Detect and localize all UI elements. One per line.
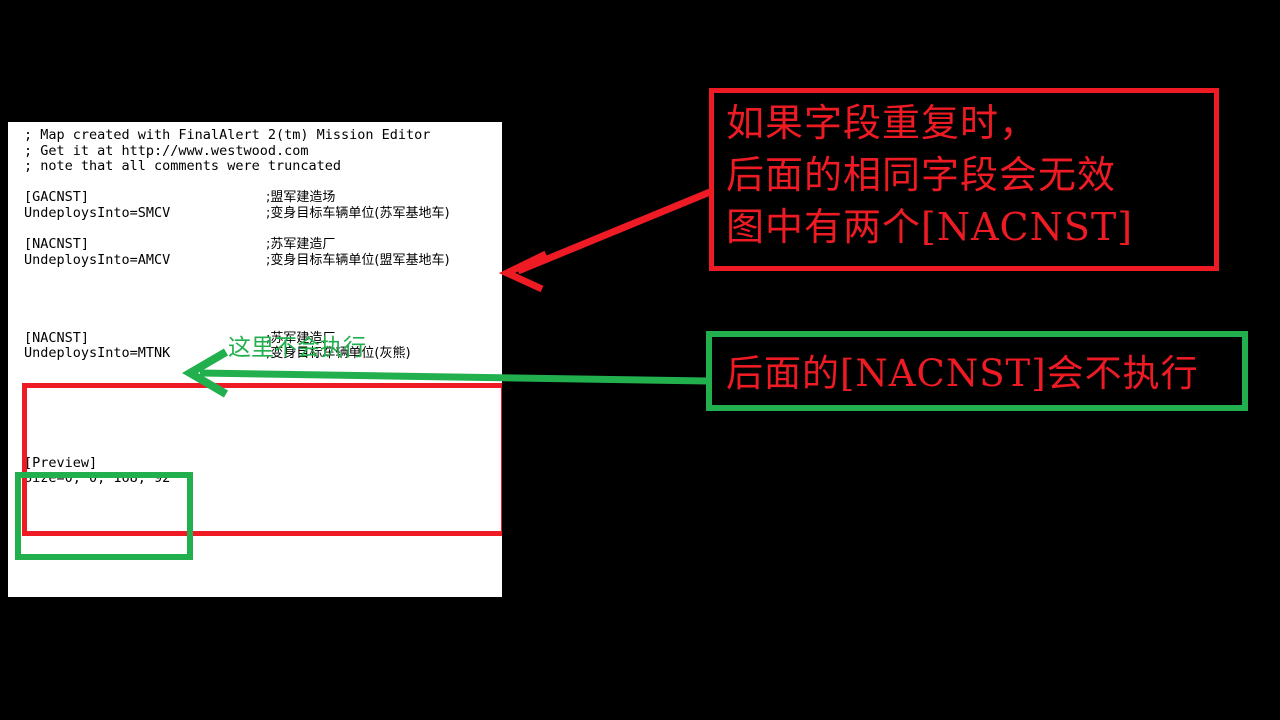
code-line: [GACNST] ;盟军建造场 <box>24 189 335 206</box>
red-callout-line-1: 如果字段重复时， <box>726 101 1039 145</box>
red-arrow <box>498 188 712 293</box>
code-text: [GACNST] <box>24 189 90 206</box>
code-line: ; Get it at http://www.westwood.com <box>24 142 309 159</box>
code-text: [NACNST] <box>24 236 90 253</box>
code-line: [NACNST] ;苏军建造厂 <box>24 329 335 346</box>
code-text: ; Map created with FinalAlert 2(tm) Miss… <box>24 127 431 143</box>
code-text: UndeploysInto=AMCV <box>24 251 171 268</box>
code-line: [NACNST] ;苏军建造厂 <box>24 236 335 253</box>
code-text: [NACNST] <box>24 329 90 346</box>
code-line: UndeploysInto=MTNK ;变身目标车辆单位(灰熊) <box>24 345 411 362</box>
red-callout-line-3: 图中有两个[NACNST] <box>726 205 1134 249</box>
code-text: ; Get it at http://www.westwood.com <box>24 142 309 159</box>
code-line: UndeploysInto=AMCV ;变身目标车辆单位(盟军基地车) <box>24 251 450 268</box>
code-comment: ;变身目标车辆单位(盟军基地车) <box>266 252 450 268</box>
code-line: UndeploysInto=SMCV ;变身目标车辆单位(苏军基地车) <box>24 205 450 222</box>
code-text: ; note that all comments were truncated <box>24 158 341 175</box>
green-highlight-box <box>15 472 193 560</box>
code-comment: ;盟军建造场 <box>266 190 336 206</box>
code-line: ; note that all comments were truncated <box>24 159 341 174</box>
code-comment: ;苏军建造厂 <box>266 237 336 253</box>
green-callout-line-1: 后面的[NACNST]会不执行 <box>726 352 1199 395</box>
code-line: ; Map created with FinalAlert 2(tm) Miss… <box>24 128 430 143</box>
red-callout-line-2: 后面的相同字段会无效 <box>726 153 1117 197</box>
green-callout-box: 后面的[NACNST]会不执行 <box>706 331 1248 411</box>
red-callout-box: 如果字段重复时， 后面的相同字段会无效 图中有两个[NACNST] <box>709 88 1219 271</box>
inline-green-caption: 这里不会执行 <box>228 335 366 361</box>
code-comment: ;变身目标车辆单位(苏军基地车) <box>266 206 450 221</box>
code-text: UndeploysInto=SMCV <box>24 205 171 221</box>
code-text: UndeploysInto=MTNK <box>24 345 171 362</box>
